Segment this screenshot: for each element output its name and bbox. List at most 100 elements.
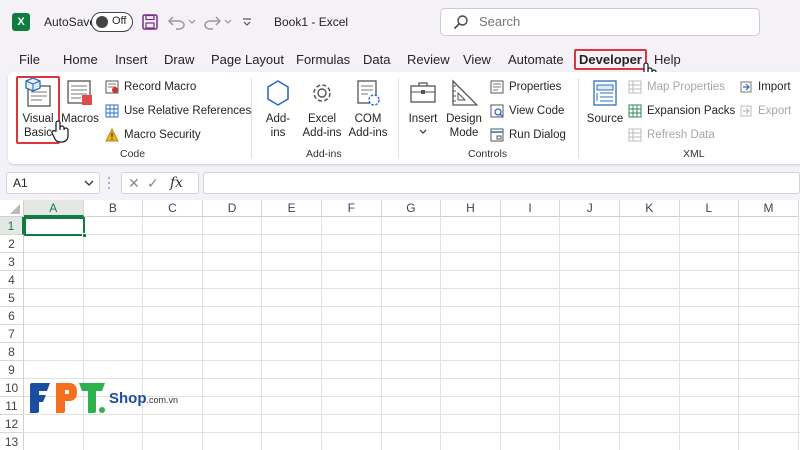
column-header-c[interactable]: C bbox=[143, 200, 203, 217]
map-properties-icon bbox=[628, 80, 642, 94]
expansion-packs-button[interactable]: Expansion Packs bbox=[628, 104, 735, 118]
tab-developer[interactable]: Developer bbox=[574, 49, 647, 70]
customize-qat-icon[interactable] bbox=[242, 11, 252, 33]
column-header-a[interactable]: A bbox=[24, 200, 84, 217]
row-header-7[interactable]: 7 bbox=[0, 325, 24, 343]
excel-add-ins-button[interactable]: Excel Add-ins bbox=[300, 78, 344, 140]
tab-data[interactable]: Data bbox=[363, 52, 390, 67]
design-mode-label: Design Mode bbox=[446, 113, 482, 139]
row-header-10[interactable]: 10 bbox=[0, 379, 24, 397]
fill-handle[interactable] bbox=[82, 233, 87, 238]
formula-input[interactable] bbox=[203, 172, 800, 194]
name-box[interactable]: A1 bbox=[6, 172, 100, 194]
run-dialog-button[interactable]: Run Dialog bbox=[490, 128, 566, 142]
xml-group-label: XML bbox=[683, 148, 705, 160]
macro-security-button[interactable]: Macro Security bbox=[105, 128, 201, 142]
column-header-i[interactable]: I bbox=[500, 200, 561, 217]
column-header-h[interactable]: H bbox=[441, 200, 501, 217]
add-ins-button[interactable]: Add-ins bbox=[259, 78, 297, 140]
save-icon[interactable] bbox=[142, 11, 158, 33]
run-dialog-label: Run Dialog bbox=[509, 129, 566, 141]
com-add-ins-icon bbox=[357, 80, 380, 106]
run-dialog-icon bbox=[490, 128, 504, 142]
macros-button[interactable]: Macros bbox=[60, 78, 100, 126]
logo-shop-text: Shop.com.vn bbox=[109, 390, 178, 407]
column-header-m[interactable]: M bbox=[739, 200, 799, 217]
autosave-toggle[interactable]: Off bbox=[91, 12, 133, 32]
tab-draw[interactable]: Draw bbox=[164, 52, 194, 67]
tab-view[interactable]: View bbox=[463, 52, 491, 67]
visual-basic-icon bbox=[25, 78, 51, 107]
search-box[interactable] bbox=[440, 8, 760, 36]
insert-control-button[interactable]: Insert bbox=[406, 78, 440, 140]
column-header-g[interactable]: G bbox=[381, 200, 442, 217]
row-header-9[interactable]: 9 bbox=[0, 361, 24, 379]
com-add-ins-button[interactable]: COM Add-ins bbox=[346, 78, 390, 140]
export-icon bbox=[740, 105, 752, 117]
row-header-8[interactable]: 8 bbox=[0, 343, 24, 361]
redo-dropdown-icon[interactable] bbox=[224, 11, 232, 33]
tab-review[interactable]: Review bbox=[407, 52, 450, 67]
undo-dropdown-icon[interactable] bbox=[188, 11, 196, 33]
name-box-value: A1 bbox=[13, 176, 28, 190]
enter-icon[interactable]: ✓ bbox=[147, 175, 159, 192]
export-label: Export bbox=[758, 105, 792, 117]
row-header-6[interactable]: 6 bbox=[0, 307, 24, 325]
import-button[interactable]: Import bbox=[739, 80, 791, 94]
row-header-5[interactable]: 5 bbox=[0, 289, 24, 307]
row-header-1[interactable]: 1 bbox=[0, 217, 24, 235]
import-icon bbox=[740, 81, 752, 93]
row-gridline bbox=[24, 324, 800, 325]
code-group-label: Code bbox=[120, 148, 146, 160]
export-button[interactable]: Export bbox=[739, 104, 791, 118]
column-header-l[interactable]: L bbox=[679, 200, 740, 217]
row-header-3[interactable]: 3 bbox=[0, 253, 24, 271]
tab-file[interactable]: File bbox=[19, 52, 40, 67]
tab-page-layout[interactable]: Page Layout bbox=[211, 52, 284, 67]
source-label: Source bbox=[586, 113, 624, 125]
column-header-e[interactable]: E bbox=[262, 200, 322, 217]
undo-icon[interactable] bbox=[168, 11, 186, 33]
row-header-11[interactable]: 11 bbox=[0, 397, 24, 415]
column-header-d[interactable]: D bbox=[202, 200, 263, 217]
tab-automate[interactable]: Automate bbox=[508, 52, 564, 67]
use-relative-references-button[interactable]: Use Relative References bbox=[105, 104, 251, 118]
row-header-4[interactable]: 4 bbox=[0, 271, 24, 289]
search-icon bbox=[453, 15, 468, 30]
map-properties-button[interactable]: Map Properties bbox=[628, 80, 725, 94]
cancel-icon[interactable]: ✕ bbox=[128, 175, 140, 192]
view-code-icon bbox=[490, 104, 504, 118]
row-gridline bbox=[24, 360, 800, 361]
view-code-button[interactable]: View Code bbox=[490, 104, 564, 118]
active-cell[interactable] bbox=[24, 217, 87, 238]
row-header-13[interactable]: 13 bbox=[0, 433, 24, 450]
tab-insert[interactable]: Insert bbox=[115, 52, 148, 67]
column-header-f[interactable]: F bbox=[322, 200, 382, 217]
properties-button[interactable]: Properties bbox=[490, 80, 561, 94]
column-header-k[interactable]: K bbox=[620, 200, 680, 217]
design-mode-button[interactable]: Design Mode bbox=[444, 78, 484, 140]
tab-home[interactable]: Home bbox=[63, 52, 98, 67]
column-header-b[interactable]: B bbox=[83, 200, 144, 217]
more-options-icon[interactable] bbox=[106, 176, 112, 190]
design-mode-icon bbox=[452, 79, 478, 106]
select-all-corner[interactable] bbox=[0, 200, 24, 217]
gear-icon bbox=[313, 84, 331, 102]
toggle-knob bbox=[96, 16, 108, 28]
excel-add-ins-label: Excel Add-ins bbox=[302, 113, 342, 139]
record-macro-button[interactable]: Record Macro bbox=[105, 80, 196, 94]
search-input[interactable] bbox=[479, 14, 739, 29]
row-header-2[interactable]: 2 bbox=[0, 235, 24, 253]
tab-formulas[interactable]: Formulas bbox=[296, 52, 350, 67]
logo-letter-f bbox=[28, 381, 52, 415]
chevron-down-icon[interactable] bbox=[84, 176, 94, 190]
column-header-j[interactable]: J bbox=[560, 200, 620, 217]
source-button[interactable]: Source bbox=[586, 78, 624, 126]
warning-icon bbox=[105, 128, 119, 142]
logo-letter-p bbox=[53, 381, 77, 415]
row-header-12[interactable]: 12 bbox=[0, 415, 24, 433]
insert-function-button[interactable]: fx bbox=[170, 175, 183, 191]
logo-shop-word: Shop bbox=[109, 389, 147, 407]
redo-icon[interactable] bbox=[203, 11, 221, 33]
refresh-data-button[interactable]: Refresh Data bbox=[628, 128, 715, 142]
